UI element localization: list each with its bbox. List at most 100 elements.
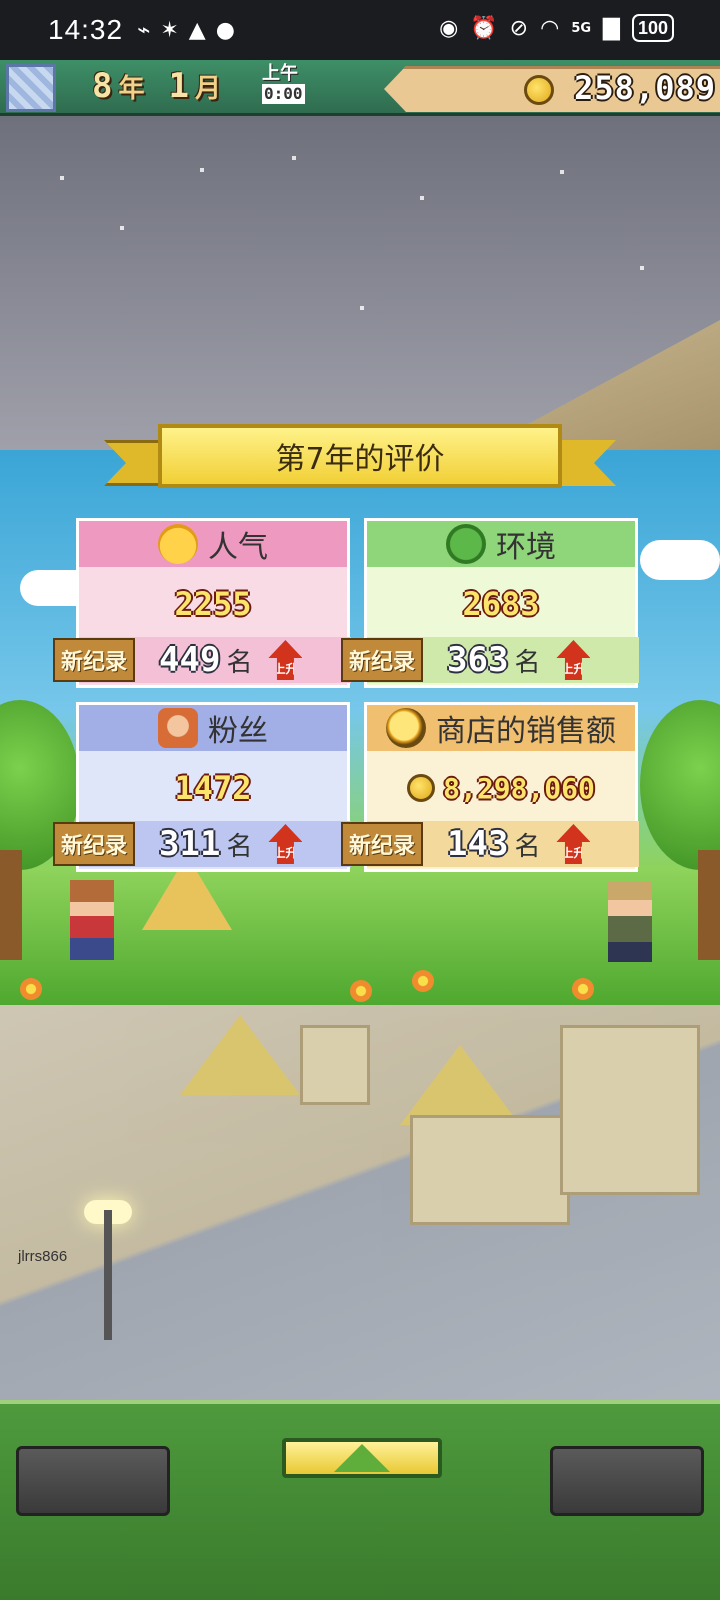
- shop-stall: [410, 1115, 570, 1225]
- bug-icon: ✶: [160, 17, 179, 43]
- right-button[interactable]: [550, 1446, 704, 1516]
- sales-amount: 8,298,060: [443, 771, 595, 805]
- status-bar: 14:32 ⌁ ✶ ▲ ● ◉ ⏰ ⊘ ◠ 5G ▇ 100: [0, 0, 720, 60]
- year-unit: 年: [118, 74, 145, 104]
- alarm-icon: ⏰: [470, 15, 498, 41]
- status-icons-left: ⌁ ✶ ▲ ●: [137, 18, 235, 43]
- bottom-control-bar: [0, 1400, 720, 1600]
- star: [420, 196, 424, 200]
- rank-unit: 名: [514, 831, 541, 862]
- battery-icon: 100: [631, 14, 674, 42]
- new-record-badge: 新纪录: [53, 638, 136, 682]
- menu-button[interactable]: [6, 64, 56, 112]
- star: [640, 266, 644, 270]
- mute-icon: ⊘: [509, 15, 529, 41]
- trend-label: 上升: [561, 662, 586, 676]
- eye-icon: ◉: [439, 15, 459, 41]
- star: [120, 226, 124, 230]
- shop-stall: [300, 1025, 370, 1105]
- shop-shelf: [560, 1025, 700, 1195]
- rank-number: 363: [447, 640, 509, 680]
- star: [200, 168, 204, 172]
- coin-icon: [524, 75, 554, 105]
- rank-unit: 名: [514, 647, 541, 678]
- shop-sales-card: 商店的销售额 8,298,060 新纪录 143 名 上升: [341, 702, 639, 872]
- up-arrow-icon: 上升: [268, 824, 303, 864]
- rank-row: 新纪录 143 名 上升: [341, 821, 639, 867]
- fan-icon: [158, 708, 198, 748]
- status-icons-right: ◉ ⏰ ⊘ ◠ 5G ▇ 100: [439, 14, 674, 42]
- month-value: 1: [168, 66, 189, 106]
- up-arrow-icon: [334, 1444, 390, 1472]
- money-value: 258,089: [574, 69, 716, 107]
- popularity-card: 人气 2255 新纪录 449 名 上升: [53, 518, 351, 688]
- cloud: [640, 540, 720, 580]
- card-label: 人气: [208, 530, 268, 565]
- money-display: 258,089: [384, 66, 720, 112]
- flower: [350, 980, 372, 1002]
- rank-number: 311: [159, 824, 221, 864]
- environment-value: 2683: [462, 585, 540, 623]
- rank-number: 449: [159, 640, 221, 680]
- game-clock: 0:00: [262, 84, 305, 104]
- tree-icon: [446, 524, 486, 564]
- trend-label: 上升: [561, 846, 586, 860]
- card-header: 粉丝: [79, 705, 347, 751]
- new-record-badge: 新纪录: [341, 638, 424, 682]
- rank-row: 新纪录 449 名 上升: [53, 637, 351, 683]
- flower: [20, 978, 42, 1000]
- up-arrow-icon: 上升: [556, 824, 591, 864]
- period-label: 上午: [262, 63, 298, 84]
- left-button[interactable]: [16, 1446, 170, 1516]
- qq-icon: ▲: [188, 17, 206, 43]
- status-time: 14:32: [48, 14, 124, 45]
- smile-icon: [158, 524, 198, 564]
- rank-row: 新纪录 311 名 上升: [53, 821, 351, 867]
- fans-value: 1472: [174, 769, 252, 807]
- tent-roof: [400, 1045, 520, 1125]
- time-of-day: 上午 0:00: [262, 64, 305, 104]
- game-date: 8 年 1 月: [92, 66, 221, 106]
- tent-roof: [180, 1015, 300, 1095]
- up-arrow-icon: 上升: [556, 640, 591, 680]
- card-header: 商店的销售额: [367, 705, 635, 751]
- expand-up-button[interactable]: [282, 1438, 442, 1478]
- trend-label: 上升: [273, 846, 298, 860]
- card-label: 粉丝: [208, 714, 268, 749]
- wifi-icon: ◠: [540, 15, 560, 41]
- flower: [412, 970, 434, 992]
- rank-unit: 名: [226, 831, 253, 862]
- wechat-icon: ●: [215, 17, 235, 43]
- rank-unit: 名: [226, 647, 253, 678]
- tree-trunk-left: [0, 850, 22, 960]
- flower: [572, 978, 594, 1000]
- month-unit: 月: [194, 74, 221, 104]
- network-label: 5G: [571, 20, 592, 36]
- star: [60, 176, 64, 180]
- evaluation-banner: 第7年的评价: [104, 418, 616, 496]
- card-header: 环境: [367, 521, 635, 567]
- game-screen: 14:32 ⌁ ✶ ▲ ● ◉ ⏰ ⊘ ◠ 5G ▇ 100 8 年 1 月 上…: [0, 0, 720, 1600]
- popularity-value: 2255: [174, 585, 252, 623]
- star: [560, 170, 564, 174]
- street-lamp: [104, 1210, 112, 1340]
- card-label: 环境: [496, 530, 556, 565]
- star: [292, 156, 296, 160]
- environment-card: 环境 2683 新纪录 363 名 上升: [341, 518, 639, 688]
- evaluation-title: 第7年的评价: [158, 424, 562, 488]
- star: [360, 306, 364, 310]
- coin-icon: [407, 774, 436, 802]
- tree-right: [640, 700, 720, 870]
- link-icon: ⌁: [137, 17, 151, 43]
- year-value: 8: [92, 66, 113, 106]
- explorer-character-right: [608, 882, 652, 962]
- game-top-bar: 8 年 1 月 上午 0:00 258,089: [0, 60, 720, 116]
- tent: [142, 870, 232, 930]
- rank-number: 143: [447, 824, 509, 864]
- up-arrow-icon: 上升: [268, 640, 303, 680]
- fans-card: 粉丝 1472 新纪录 311 名 上升: [53, 702, 351, 872]
- new-record-badge: 新纪录: [341, 822, 424, 866]
- card-label: 商店的销售额: [436, 714, 616, 749]
- watermark: jlrrs866: [18, 1248, 68, 1265]
- trend-label: 上升: [273, 662, 298, 676]
